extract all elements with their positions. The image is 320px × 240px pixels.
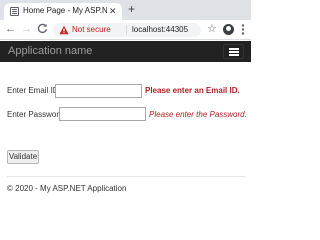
tab-title: Home Page - My ASP.NET Applic xyxy=(23,6,107,15)
hamburger-bar xyxy=(229,48,239,50)
password-label: Enter Password xyxy=(7,110,64,119)
footer-text: © 2020 - My ASP.NET Application xyxy=(7,184,127,193)
back-arrow-icon[interactable]: ← xyxy=(5,23,16,36)
brand-link[interactable]: Application name xyxy=(8,45,92,58)
warning-triangle-icon xyxy=(59,25,69,35)
reload-icon[interactable] xyxy=(37,23,48,38)
not-secure-label[interactable]: Not secure xyxy=(72,25,111,35)
browser-tab-strip: Home Page - My ASP.NET Applic ✕ + xyxy=(0,0,251,20)
email-field[interactable] xyxy=(55,84,142,98)
hamburger-bar xyxy=(229,54,239,56)
password-field[interactable] xyxy=(59,107,146,121)
validate-button[interactable]: Validate xyxy=(7,150,39,164)
forward-arrow-icon[interactable]: → xyxy=(21,23,32,36)
password-error: Please enter the Password. xyxy=(149,110,247,119)
browser-menu-icon[interactable] xyxy=(240,23,246,36)
new-tab-button[interactable]: + xyxy=(128,3,135,16)
page-icon xyxy=(10,7,19,16)
hamburger-bar xyxy=(229,51,239,53)
browser-toolbar: ← → Not secure localhost:44305 ☆ xyxy=(0,20,251,40)
account-icon[interactable] xyxy=(223,24,234,35)
address-separator xyxy=(126,25,127,35)
email-label: Enter Email ID xyxy=(7,86,59,95)
site-navbar: Application name xyxy=(0,41,251,62)
url-text[interactable]: localhost:44305 xyxy=(132,25,188,35)
email-error: Please enter an Email ID. xyxy=(145,86,240,95)
footer-divider xyxy=(7,176,245,177)
close-tab-icon[interactable]: ✕ xyxy=(109,5,117,17)
bookmark-star-icon[interactable]: ☆ xyxy=(207,23,217,36)
address-bar[interactable]: Not secure localhost:44305 xyxy=(53,23,201,37)
menu-dots-glyph xyxy=(241,24,245,35)
browser-tab[interactable]: Home Page - My ASP.NET Applic ✕ xyxy=(4,3,122,20)
reload-glyph xyxy=(37,23,48,33)
hamburger-icon[interactable] xyxy=(223,44,244,59)
